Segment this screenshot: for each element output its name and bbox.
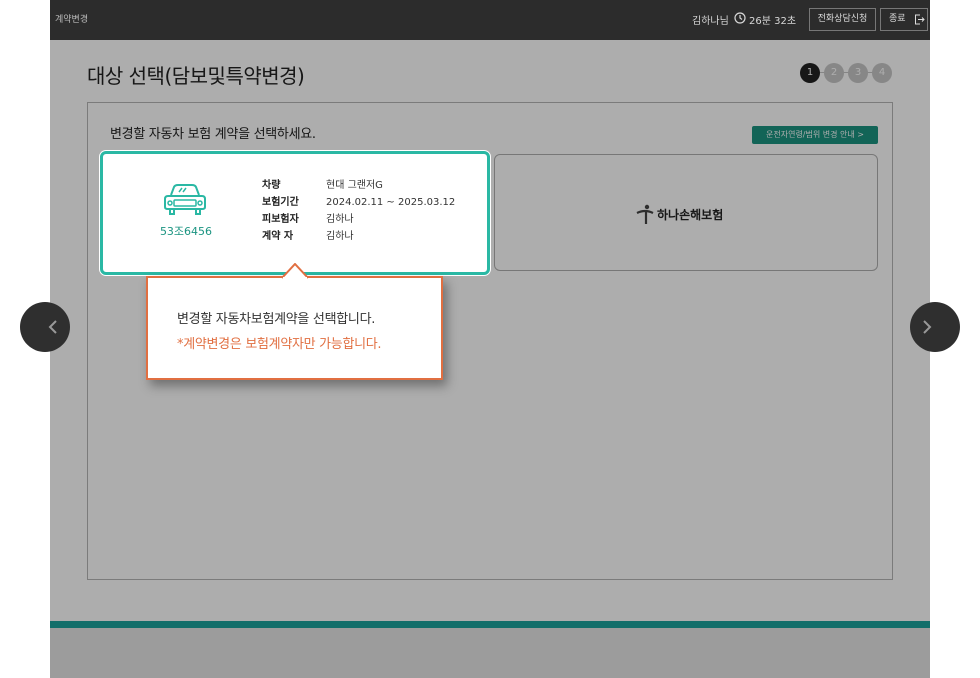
vehicle-plate: 53조6456 [159, 225, 213, 238]
header-bar: 계약변경 김하나님 26분 32초 전화상담신청 종료 [50, 0, 930, 40]
tooltip-text: 변경할 자동차보험계약을 선택합니다. [177, 312, 376, 327]
contract-info: 차량 현대 그랜저G 보험기간 2024.02.11 ~ 2025.03.12 … [262, 177, 455, 245]
phone-consult-button[interactable]: 전화상담신청 [809, 8, 876, 31]
info-row-insured: 피보험자 김하나 [262, 211, 455, 228]
chevron-left-icon [48, 320, 57, 334]
info-label: 계약 자 [262, 231, 294, 242]
tooltip-note: *계약변경은 보험계약자만 가능합니다. [177, 337, 382, 352]
info-label: 피보험자 [262, 214, 299, 225]
info-value: 김하나 [326, 214, 354, 225]
car-icon [164, 184, 206, 215]
info-value: 2024.02.11 ~ 2025.03.12 [326, 197, 456, 208]
info-row-period: 보험기간 2024.02.11 ~ 2025.03.12 [262, 194, 455, 211]
logout-icon [915, 14, 925, 25]
exit-button-label: 종료 [889, 14, 906, 24]
info-label: 보험기간 [262, 197, 299, 208]
tooltip-caret [282, 263, 308, 279]
info-row-vehicle: 차량 현대 그랜저G [262, 177, 455, 194]
prev-arrow-button[interactable] [20, 302, 70, 352]
clock-icon [734, 12, 746, 24]
contract-card[interactable]: 53조6456 차량 현대 그랜저G 보험기간 2024.02.11 ~ 202… [100, 151, 490, 275]
footer-area [50, 628, 930, 678]
exit-button[interactable]: 종료 [880, 8, 928, 31]
header-title: 계약변경 [55, 15, 89, 25]
user-name: 김하나님 [692, 16, 729, 27]
guide-tooltip: 변경할 자동차보험계약을 선택합니다. *계약변경은 보험계약자만 가능합니다. [146, 263, 443, 380]
info-value: 현대 그랜저G [326, 180, 383, 191]
bottom-accent-bar [50, 621, 930, 628]
info-value: 김하나 [326, 231, 354, 242]
info-label: 차량 [262, 180, 281, 191]
info-row-contractor: 계약 자 김하나 [262, 228, 455, 245]
next-arrow-button[interactable] [910, 302, 960, 352]
session-timer: 26분 32초 [749, 16, 797, 27]
chevron-right-icon [923, 320, 932, 334]
